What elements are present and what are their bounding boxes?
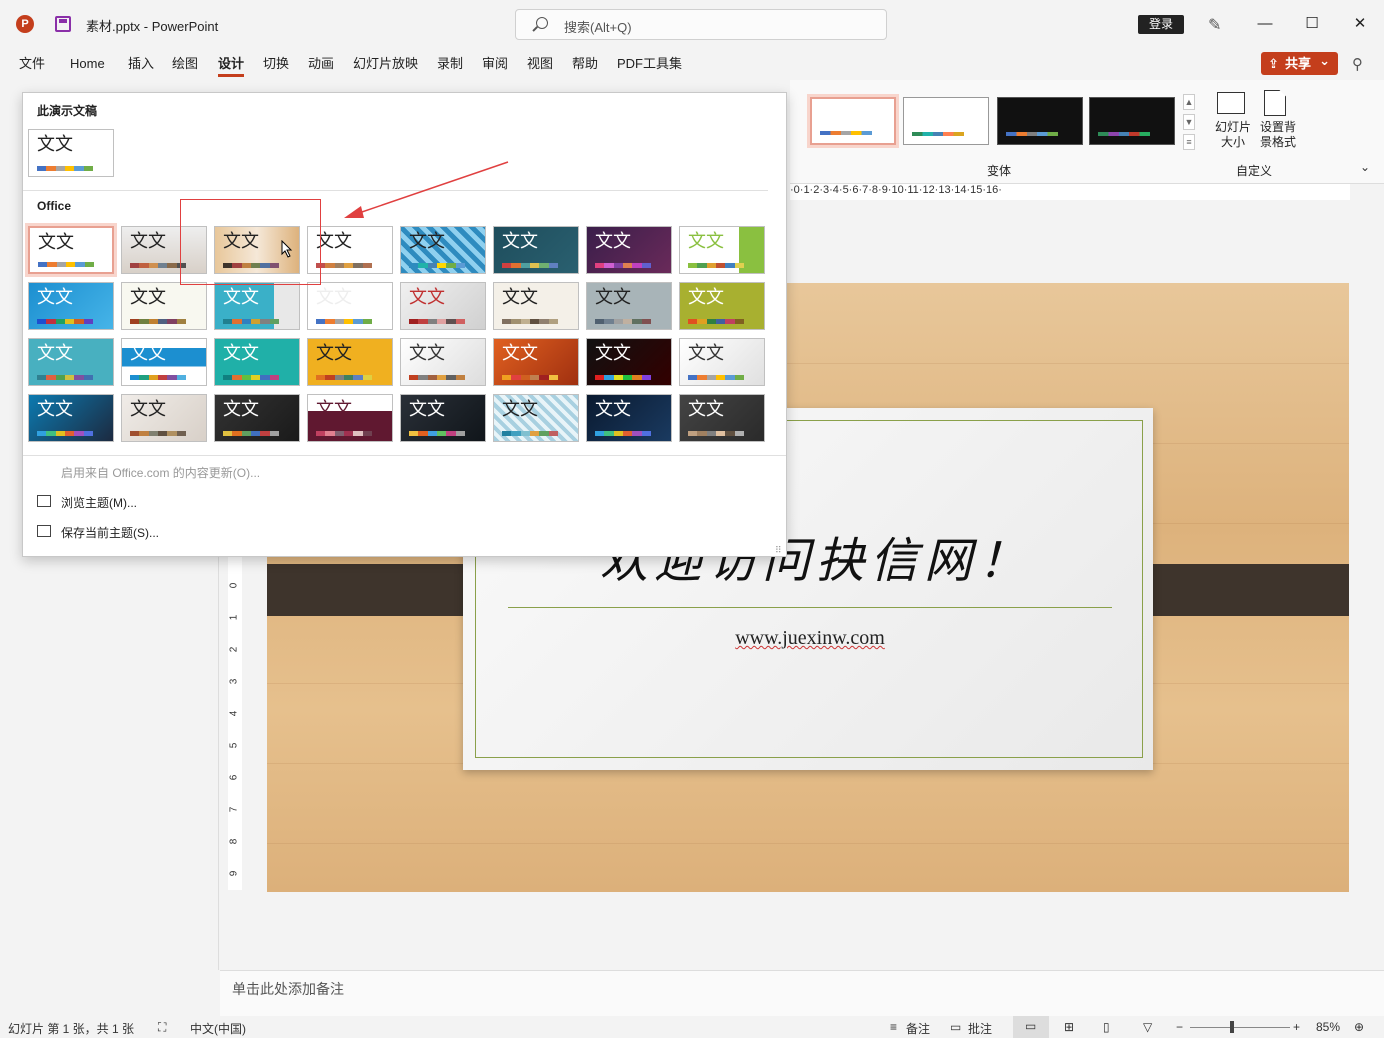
mouse-cursor-icon (281, 240, 293, 258)
tab-11[interactable]: 帮助 (572, 55, 598, 77)
tab-1[interactable]: Home (70, 55, 105, 77)
tab-10[interactable]: 视图 (527, 55, 553, 77)
annotation-arrow (344, 161, 509, 218)
tab-7[interactable]: 幻灯片放映 (353, 55, 418, 77)
tab-2[interactable]: 插入 (128, 55, 154, 77)
tab-5[interactable]: 切换 (263, 55, 289, 77)
tab-6[interactable]: 动画 (308, 55, 334, 77)
tab-12[interactable]: PDF工具集 (617, 55, 682, 77)
tab-0[interactable]: 文件 (19, 55, 45, 77)
tab-4[interactable]: 设计 (218, 55, 245, 77)
tab-3[interactable]: 绘图 (172, 55, 198, 77)
tab-8[interactable]: 录制 (437, 55, 463, 77)
tab-9[interactable]: 审阅 (482, 55, 508, 77)
